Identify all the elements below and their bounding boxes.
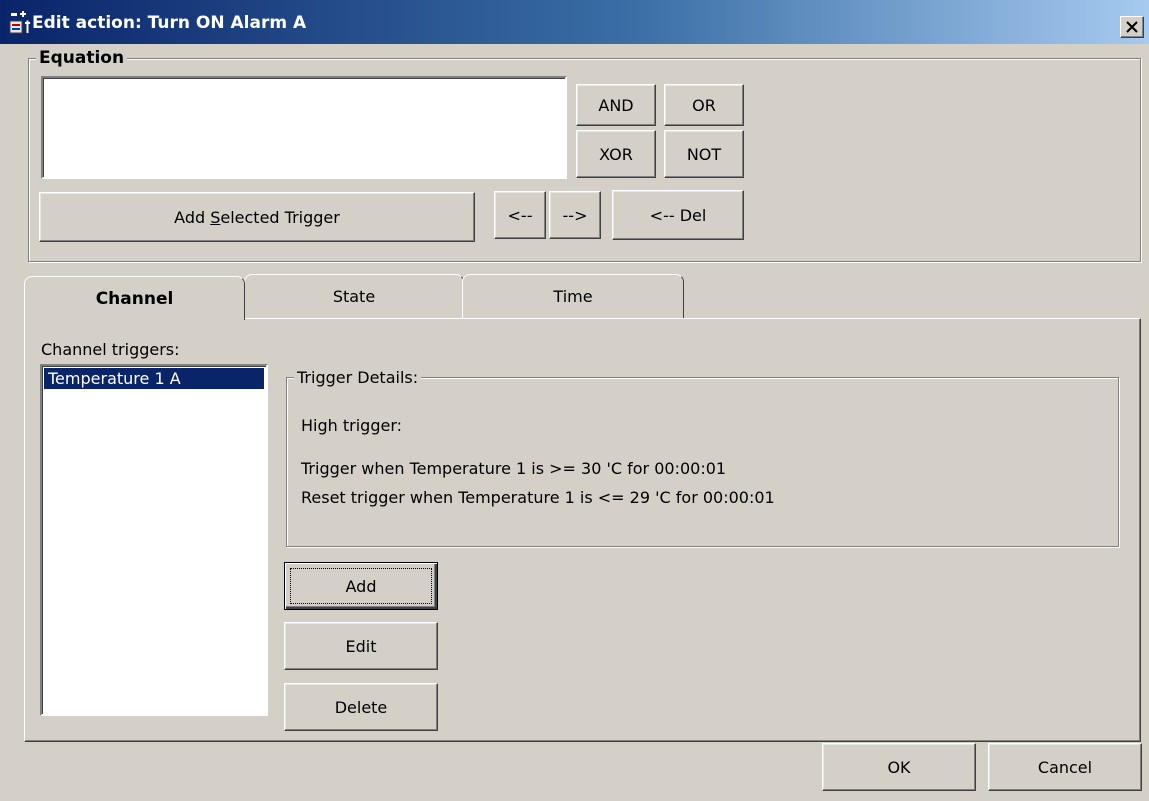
title-bar: Edit action: Turn ON Alarm A xyxy=(0,0,1149,44)
add-selected-mnemonic: S xyxy=(210,207,221,227)
equation-text-field[interactable] xyxy=(41,76,567,179)
cancel-button[interactable]: Cancel xyxy=(988,743,1142,791)
channel-triggers-label: Channel triggers: xyxy=(41,340,180,359)
move-right-button[interactable]: --> xyxy=(549,191,601,239)
edit-button[interactable]: Edit xyxy=(284,622,438,670)
tab-channel-label: Channel xyxy=(95,288,174,309)
reset-condition-text: Reset trigger when Temperature 1 is <= 2… xyxy=(301,488,775,507)
equation-legend: Equation xyxy=(36,48,128,68)
or-button[interactable]: OR xyxy=(664,84,744,126)
trigger-type-text: High trigger: xyxy=(301,416,402,435)
trigger-condition-text: Trigger when Temperature 1 is >= 30 'C f… xyxy=(301,459,727,478)
add-selected-label-b: elected Trigger xyxy=(220,207,340,227)
tab-state[interactable]: State xyxy=(244,274,464,318)
xor-button[interactable]: XOR xyxy=(576,130,656,178)
delete-left-button[interactable]: <-- Del xyxy=(612,190,744,240)
move-left-button[interactable]: <-- xyxy=(494,191,546,239)
focus-rect xyxy=(290,568,432,604)
add-button[interactable]: Add xyxy=(284,562,438,610)
tab-time[interactable]: Time xyxy=(462,274,684,318)
add-selected-trigger-button[interactable]: Add Selected Trigger xyxy=(39,192,475,242)
not-button[interactable]: NOT xyxy=(664,130,744,178)
and-button[interactable]: AND xyxy=(576,84,656,126)
add-selected-label-a: Add xyxy=(174,207,211,227)
tab-state-label: State xyxy=(332,287,376,306)
close-icon xyxy=(1126,18,1138,37)
app-icon[interactable] xyxy=(8,11,32,35)
ok-button[interactable]: OK xyxy=(822,743,976,791)
close-button[interactable] xyxy=(1120,16,1144,38)
channel-triggers-list[interactable]: Temperature 1 A xyxy=(40,364,268,716)
trigger-details-legend: Trigger Details: xyxy=(294,368,422,387)
tab-time-label: Time xyxy=(553,287,593,306)
list-item[interactable]: Temperature 1 A xyxy=(44,368,264,389)
delete-button[interactable]: Delete xyxy=(284,683,438,731)
window-title: Edit action: Turn ON Alarm A xyxy=(32,13,307,33)
tab-channel[interactable]: Channel xyxy=(24,276,245,320)
